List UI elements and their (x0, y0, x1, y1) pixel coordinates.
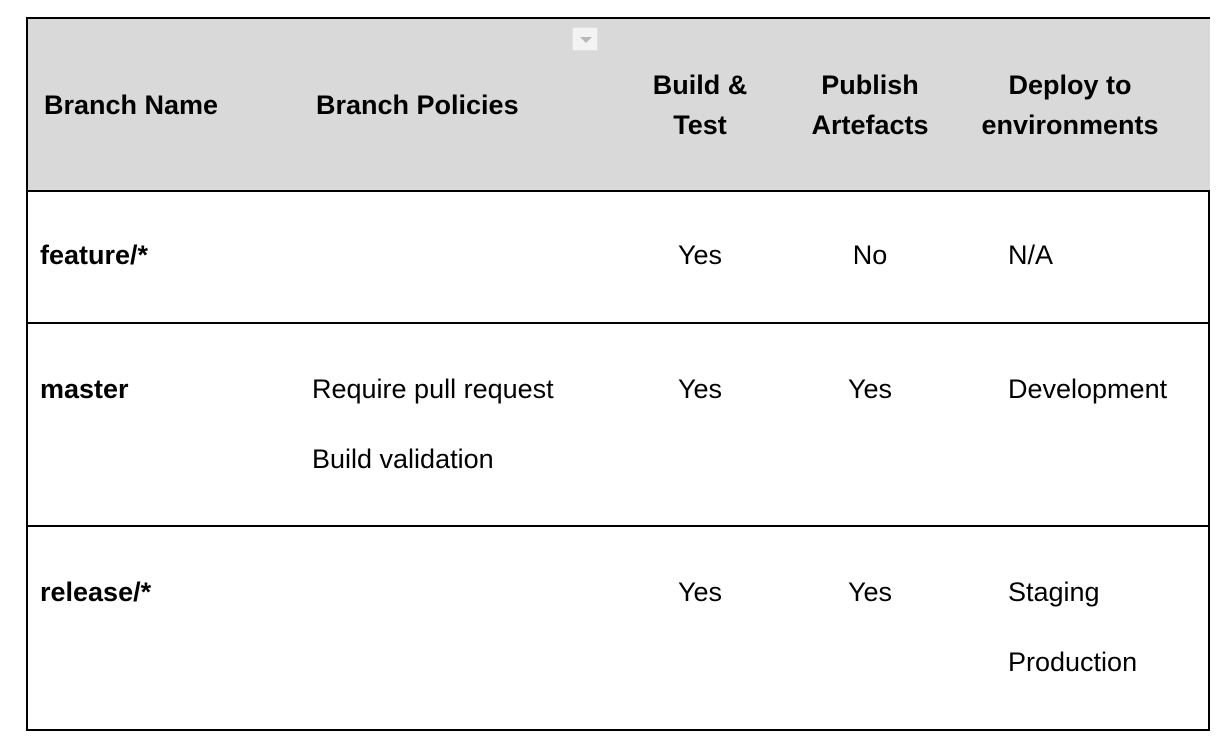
header-deploy-environments: Deploy to environments (954, 19, 1210, 192)
cell-build-test: Yes (614, 323, 786, 527)
build-test-value: Yes (677, 577, 723, 607)
header-branch-policies: Branch Policies (298, 19, 614, 192)
branch-name-text: feature/* (40, 240, 149, 270)
policy-text: Require pull request (312, 374, 554, 404)
deploy-env-text: Staging (1008, 577, 1100, 607)
header-branch-name: Branch Name (28, 19, 298, 192)
deploy-env-text: Development (1008, 374, 1168, 404)
header-publish-artefacts: Publish Artefacts (786, 19, 954, 192)
cell-branch-policies: Require pull request Build validation (298, 323, 614, 527)
header-build-test: Build & Test (614, 19, 786, 192)
header-deploy-line2: environments (981, 109, 1159, 140)
header-branch-name-label: Branch Name (44, 89, 219, 120)
deploy-env-text: N/A (1008, 240, 1054, 270)
cell-build-test: Yes (614, 526, 786, 731)
cell-branch-policies (298, 526, 614, 731)
cell-deploy-environments: Staging Production (954, 526, 1210, 731)
publish-value: No (852, 240, 888, 270)
header-build-test-line1: Build & (652, 69, 748, 100)
cell-branch-name: release/* (28, 526, 298, 731)
cell-branch-name: feature/* (28, 191, 298, 324)
table-row: master Require pull request Build valida… (28, 323, 1210, 527)
cell-publish-artefacts: No (786, 191, 954, 324)
header-publish-line2: Artefacts (811, 109, 929, 140)
cell-build-test: Yes (614, 191, 786, 324)
table-header-row: Branch Name Branch Policies Build & Test… (28, 19, 1210, 192)
header-deploy-line1: Deploy to (1008, 69, 1132, 100)
header-build-test-line2: Test (673, 109, 727, 140)
cell-branch-policies (298, 191, 614, 324)
cell-deploy-environments: Development (954, 323, 1210, 527)
build-test-value: Yes (677, 240, 723, 270)
policy-text: Build validation (312, 444, 494, 474)
publish-value: Yes (847, 374, 893, 404)
cell-branch-name: master (28, 323, 298, 527)
cell-publish-artefacts: Yes (786, 323, 954, 527)
table-row: release/* Yes Yes Staging Production (28, 526, 1210, 731)
header-publish-line1: Publish (821, 69, 919, 100)
cell-publish-artefacts: Yes (786, 526, 954, 731)
branch-strategy-table: Branch Name Branch Policies Build & Test… (26, 17, 1210, 731)
header-branch-policies-label: Branch Policies (316, 89, 519, 120)
deploy-env-text: Production (1008, 647, 1138, 677)
publish-value: Yes (847, 577, 893, 607)
branch-name-text: master (40, 374, 129, 404)
branch-name-text: release/* (40, 577, 152, 607)
build-test-value: Yes (677, 374, 723, 404)
cell-deploy-environments: N/A (954, 191, 1210, 324)
chevron-down-icon[interactable] (572, 27, 598, 51)
table-row: feature/* Yes No N/A (28, 191, 1210, 324)
